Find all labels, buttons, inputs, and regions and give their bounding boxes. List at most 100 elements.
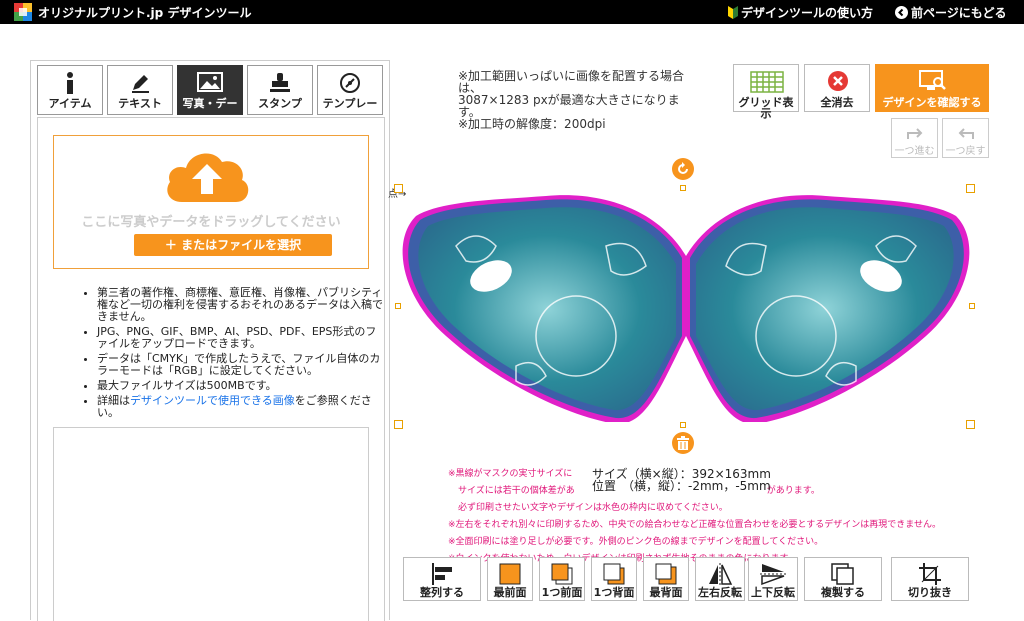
bring-forward-label: 1つ前面: [541, 586, 583, 599]
send-backward-label: 1つ背面: [593, 586, 635, 599]
hint-line: ※加工範囲いっぱいに画像を配置する場合は、: [458, 69, 685, 95]
clear-x-icon: [828, 71, 848, 91]
note-item: 最大ファイルサイズは500MBです。: [97, 380, 387, 392]
duplicate-label: 複製する: [821, 586, 865, 599]
tab-photo[interactable]: 写真・デー: [177, 65, 243, 115]
tab-stamp[interactable]: スタンプ: [247, 65, 313, 115]
rotate-icon: [678, 162, 688, 174]
duplicate-icon: [831, 563, 854, 585]
bring-forward-icon: [551, 563, 573, 585]
resize-handle[interactable]: [966, 420, 975, 429]
flip-horizontal-icon: [709, 563, 733, 585]
resize-handle[interactable]: [680, 185, 686, 191]
tab-photo-label: 写真・デー: [182, 97, 238, 110]
flip-vertical-icon: [760, 564, 786, 585]
mask-design-image[interactable]: [396, 186, 976, 422]
stamp-icon: [270, 73, 290, 92]
bring-to-front-label: 最前面: [493, 586, 527, 599]
redo-button[interactable]: 一つ進む: [891, 118, 938, 158]
confirm-design-button[interactable]: デザインを確認する: [875, 64, 989, 112]
usable-images-link[interactable]: デザインツールで使用できる画像: [130, 394, 295, 407]
trash-icon: [677, 436, 689, 450]
undo-label: 一つ戻す: [945, 146, 986, 157]
send-backward-button[interactable]: 1つ背面: [591, 557, 637, 601]
confirm-design-label: デザインを確認する: [882, 96, 982, 109]
hint-line: ※加工時の解像度：200dpi: [458, 117, 606, 131]
position-readout: 位置 （横，縦）：-2mm，-5mm: [592, 479, 771, 493]
delete-handle[interactable]: [672, 432, 694, 454]
top-bar: オリジナルプリント.jp デザインツール デザインツールの使い方 前ページにもど…: [0, 0, 1024, 24]
mask-left-half: [402, 195, 686, 422]
tab-text[interactable]: テキスト: [107, 65, 173, 115]
resize-handle[interactable]: [394, 184, 403, 193]
resize-handle[interactable]: [969, 303, 975, 309]
uploaded-images-area: [53, 427, 369, 621]
rotate-handle[interactable]: [672, 158, 694, 180]
flip-horizontal-label: 左右反転: [698, 586, 742, 599]
template-icon: [340, 73, 360, 93]
bring-to-front-icon: [499, 563, 521, 585]
left-panel: アイテム テキスト 写真・デー スタンプ テンプレー ここに写真やデータをドラッ…: [30, 60, 390, 621]
crop-icon: [919, 563, 941, 585]
send-to-back-button[interactable]: 最背面: [643, 557, 689, 601]
resize-handle[interactable]: [680, 422, 686, 428]
undo-icon: [958, 128, 974, 139]
clear-all-label: 全消去: [820, 96, 854, 109]
warning-line: ※全面印刷には塗り足しが必要です。外側のピンク色の線までデザインを配置してくださ…: [448, 537, 824, 547]
crop-button[interactable]: 切り抜き: [891, 557, 969, 601]
grid-toggle-button[interactable]: グリッド表示: [733, 64, 799, 119]
warning-line: ※左右をそれぞれ別々に印刷するため、中央での絵合わせなど正確な位置合わせを必要と…: [448, 520, 942, 530]
flip-horizontal-button[interactable]: 左右反転: [695, 557, 745, 601]
print-area-hint: ※加工範囲いっぱいに画像を配置する場合は、 3087×1283 pxが最適な大き…: [458, 70, 690, 130]
duplicate-button[interactable]: 複製する: [804, 557, 882, 601]
brand-title: オリジナルプリント.jp デザインツール: [38, 6, 252, 20]
resize-handle[interactable]: [395, 303, 401, 309]
tab-template-label: テンプレー: [322, 97, 378, 110]
clear-all-button[interactable]: 全消去: [804, 64, 870, 112]
grid-icon: [750, 71, 784, 93]
align-label: 整列する: [420, 586, 464, 599]
beginner-mark-icon: [728, 6, 738, 19]
undo-button[interactable]: 一つ戻す: [942, 118, 989, 158]
tab-stamp-label: スタンプ: [258, 97, 302, 110]
bring-to-front-button[interactable]: 最前面: [487, 557, 533, 601]
flip-vertical-label: 上下反転: [751, 586, 795, 599]
note-item: 第三者の著作権、商標権、意匠権、肖像権、パブリシティ権など一切の権利を侵害するお…: [97, 287, 387, 323]
image-icon: [197, 72, 223, 92]
warning-line: 必ず印刷させたい文字やデザインは水色の枠内に収めてください。: [458, 503, 728, 513]
send-to-back-label: 最背面: [649, 586, 683, 599]
note-item: 詳細はデザインツールで使用できる画像をご参照ください。: [97, 395, 387, 419]
tab-template[interactable]: テンプレー: [317, 65, 383, 115]
info-icon: [67, 72, 73, 94]
logo-icon: [14, 3, 32, 21]
help-link-label: デザインツールの使い方: [741, 6, 874, 20]
flip-vertical-button[interactable]: 上下反転: [748, 557, 798, 601]
upload-notes: 第三者の著作権、商標権、意匠権、肖像権、パブリシティ権など一切の権利を侵害するお…: [77, 287, 387, 422]
back-link[interactable]: 前ページにもどる: [895, 4, 1007, 21]
redo-icon: [907, 128, 923, 139]
mask-right-half: [686, 195, 970, 422]
help-link[interactable]: デザインツールの使い方: [728, 4, 873, 21]
send-backward-icon: [603, 563, 625, 585]
grid-toggle-label: グリッド表示: [738, 96, 794, 120]
tab-item-label: アイテム: [48, 97, 92, 110]
note-item: データは「CMYK」で作成したうえで、ファイル自体のカラーモードは「RGB」に設…: [97, 353, 387, 377]
redo-label: 一つ進む: [894, 146, 935, 157]
tab-item[interactable]: アイテム: [37, 65, 103, 115]
back-link-label: 前ページにもどる: [911, 6, 1007, 20]
bring-forward-button[interactable]: 1つ前面: [539, 557, 585, 601]
choose-file-button[interactable]: ＋ またはファイルを選択: [134, 234, 332, 256]
align-button[interactable]: 整列する: [403, 557, 481, 601]
send-to-back-icon: [655, 563, 677, 585]
tab-text-label: テキスト: [118, 97, 162, 110]
drop-text: ここに写真やデータをドラッグしてください: [81, 215, 341, 230]
crop-label: 切り抜き: [908, 586, 952, 599]
monitor-search-icon: [919, 70, 946, 90]
resize-handle[interactable]: [394, 420, 403, 429]
upload-dropzone[interactable]: ここに写真やデータをドラッグしてください ＋ またはファイルを選択: [53, 135, 369, 269]
cloud-upload-icon: [167, 153, 249, 202]
warning-text: サイズには若干の個体差があ: [458, 486, 575, 496]
size-position-info: サイズ（横×縦）：392×163mm 位置 （横，縦）：-2mm，-5mm: [592, 468, 771, 492]
resize-handle[interactable]: [966, 184, 975, 193]
align-icon: [432, 563, 452, 585]
